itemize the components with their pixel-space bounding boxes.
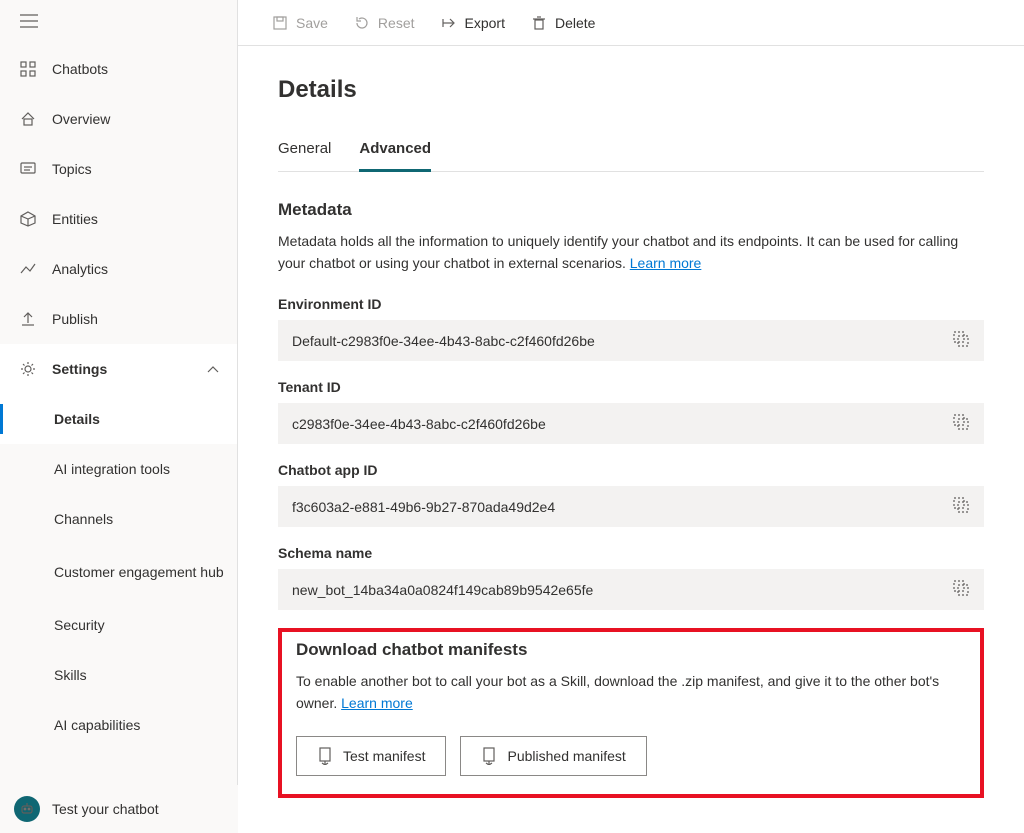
tenant-id-field: c2983f0e-34ee-4b43-8abc-c2f460fd26be xyxy=(278,403,984,444)
grid-icon xyxy=(20,61,52,77)
app-id-value: f3c603a2-e881-49b6-9b27-870ada49d2e4 xyxy=(292,499,555,515)
schema-name-value: new_bot_14ba34a0a0824f149cab89b9542e65fe xyxy=(292,582,593,598)
metadata-learn-more-link[interactable]: Learn more xyxy=(630,255,702,271)
sidebar-item-security[interactable]: Security xyxy=(0,600,237,650)
page-title: Details xyxy=(278,76,984,104)
test-manifest-label: Test manifest xyxy=(343,748,425,764)
tenant-id-label: Tenant ID xyxy=(278,379,984,395)
chevron-up-icon xyxy=(207,361,219,377)
metadata-description: Metadata holds all the information to un… xyxy=(278,230,984,274)
copy-icon[interactable] xyxy=(952,413,970,434)
metadata-heading: Metadata xyxy=(278,200,984,220)
test-chatbot-button[interactable]: Test your chatbot xyxy=(0,785,238,833)
tabs: General Advanced xyxy=(278,140,984,172)
save-label: Save xyxy=(296,15,328,31)
upload-icon xyxy=(20,311,52,327)
test-manifest-button[interactable]: Test manifest xyxy=(296,736,446,776)
sidebar-item-label: Customer engagement hub xyxy=(54,562,224,582)
sidebar-item-label: AI capabilities xyxy=(54,717,140,733)
sidebar-item-ai-integration[interactable]: AI integration tools xyxy=(0,444,237,494)
hamburger-icon[interactable] xyxy=(20,14,38,31)
schema-name-label: Schema name xyxy=(278,545,984,561)
metadata-desc-text: Metadata holds all the information to un… xyxy=(278,233,958,271)
sidebar-item-label: Settings xyxy=(52,361,107,377)
sidebar-item-analytics[interactable]: Analytics xyxy=(0,244,237,294)
sidebar-item-label: Analytics xyxy=(52,261,108,277)
delete-label: Delete xyxy=(555,15,595,31)
schema-name-field: new_bot_14ba34a0a0824f149cab89b9542e65fe xyxy=(278,569,984,610)
app-id-label: Chatbot app ID xyxy=(278,462,984,478)
sidebar-item-label: Overview xyxy=(52,111,110,127)
sidebar-item-label: Skills xyxy=(54,667,87,683)
bot-icon xyxy=(14,796,40,822)
main-content: Save Reset Export Delete Details General… xyxy=(238,0,1024,833)
delete-button[interactable]: Delete xyxy=(521,9,605,37)
test-chatbot-label: Test your chatbot xyxy=(52,801,159,817)
manifests-learn-more-link[interactable]: Learn more xyxy=(341,695,413,711)
sidebar-item-settings[interactable]: Settings xyxy=(0,344,237,394)
sidebar-item-details[interactable]: Details xyxy=(0,394,237,444)
sidebar-item-label: Entities xyxy=(52,211,98,227)
cube-icon xyxy=(20,211,52,227)
export-label: Export xyxy=(465,15,505,31)
sidebar-item-publish[interactable]: Publish xyxy=(0,294,237,344)
reset-label: Reset xyxy=(378,15,415,31)
app-id-field: f3c603a2-e881-49b6-9b27-870ada49d2e4 xyxy=(278,486,984,527)
env-id-field: Default-c2983f0e-34ee-4b43-8abc-c2f460fd… xyxy=(278,320,984,361)
manifests-heading: Download chatbot manifests xyxy=(296,640,966,660)
gear-icon xyxy=(20,361,52,377)
chart-icon xyxy=(20,261,52,277)
export-button[interactable]: Export xyxy=(431,9,515,37)
toolbar: Save Reset Export Delete xyxy=(238,0,1024,46)
sidebar-item-label: Publish xyxy=(52,311,98,327)
sidebar-item-label: Security xyxy=(54,617,105,633)
tab-general[interactable]: General xyxy=(278,140,331,171)
sidebar: Chatbots Overview Topics Entities Analyt… xyxy=(0,0,238,833)
sidebar-item-entities[interactable]: Entities xyxy=(0,194,237,244)
sidebar-item-skills[interactable]: Skills xyxy=(0,650,237,700)
copy-icon[interactable] xyxy=(952,579,970,600)
download-manifests-section: Download chatbot manifests To enable ano… xyxy=(278,628,984,798)
copy-icon[interactable] xyxy=(952,496,970,517)
env-id-label: Environment ID xyxy=(278,296,984,312)
sidebar-item-overview[interactable]: Overview xyxy=(0,94,237,144)
copy-icon[interactable] xyxy=(952,330,970,351)
save-button: Save xyxy=(262,9,338,37)
published-manifest-button[interactable]: Published manifest xyxy=(460,736,646,776)
sidebar-item-label: AI integration tools xyxy=(54,461,170,477)
reset-button: Reset xyxy=(344,9,425,37)
sidebar-item-channels[interactable]: Channels xyxy=(0,494,237,544)
published-manifest-label: Published manifest xyxy=(507,748,625,764)
chat-icon xyxy=(20,161,52,177)
env-id-value: Default-c2983f0e-34ee-4b43-8abc-c2f460fd… xyxy=(292,333,595,349)
home-icon xyxy=(20,111,52,127)
sidebar-item-label: Details xyxy=(54,411,100,427)
sidebar-item-ai-capabilities[interactable]: AI capabilities xyxy=(0,700,237,750)
tenant-id-value: c2983f0e-34ee-4b43-8abc-c2f460fd26be xyxy=(292,416,546,432)
tab-advanced[interactable]: Advanced xyxy=(359,140,431,172)
sidebar-item-engagement-hub[interactable]: Customer engagement hub xyxy=(0,544,237,600)
sidebar-item-label: Channels xyxy=(54,511,113,527)
manifests-description: To enable another bot to call your bot a… xyxy=(296,670,966,714)
sidebar-item-label: Topics xyxy=(52,161,92,177)
sidebar-item-topics[interactable]: Topics xyxy=(0,144,237,194)
sidebar-item-chatbots[interactable]: Chatbots xyxy=(0,44,237,94)
sidebar-item-label: Chatbots xyxy=(52,61,108,77)
